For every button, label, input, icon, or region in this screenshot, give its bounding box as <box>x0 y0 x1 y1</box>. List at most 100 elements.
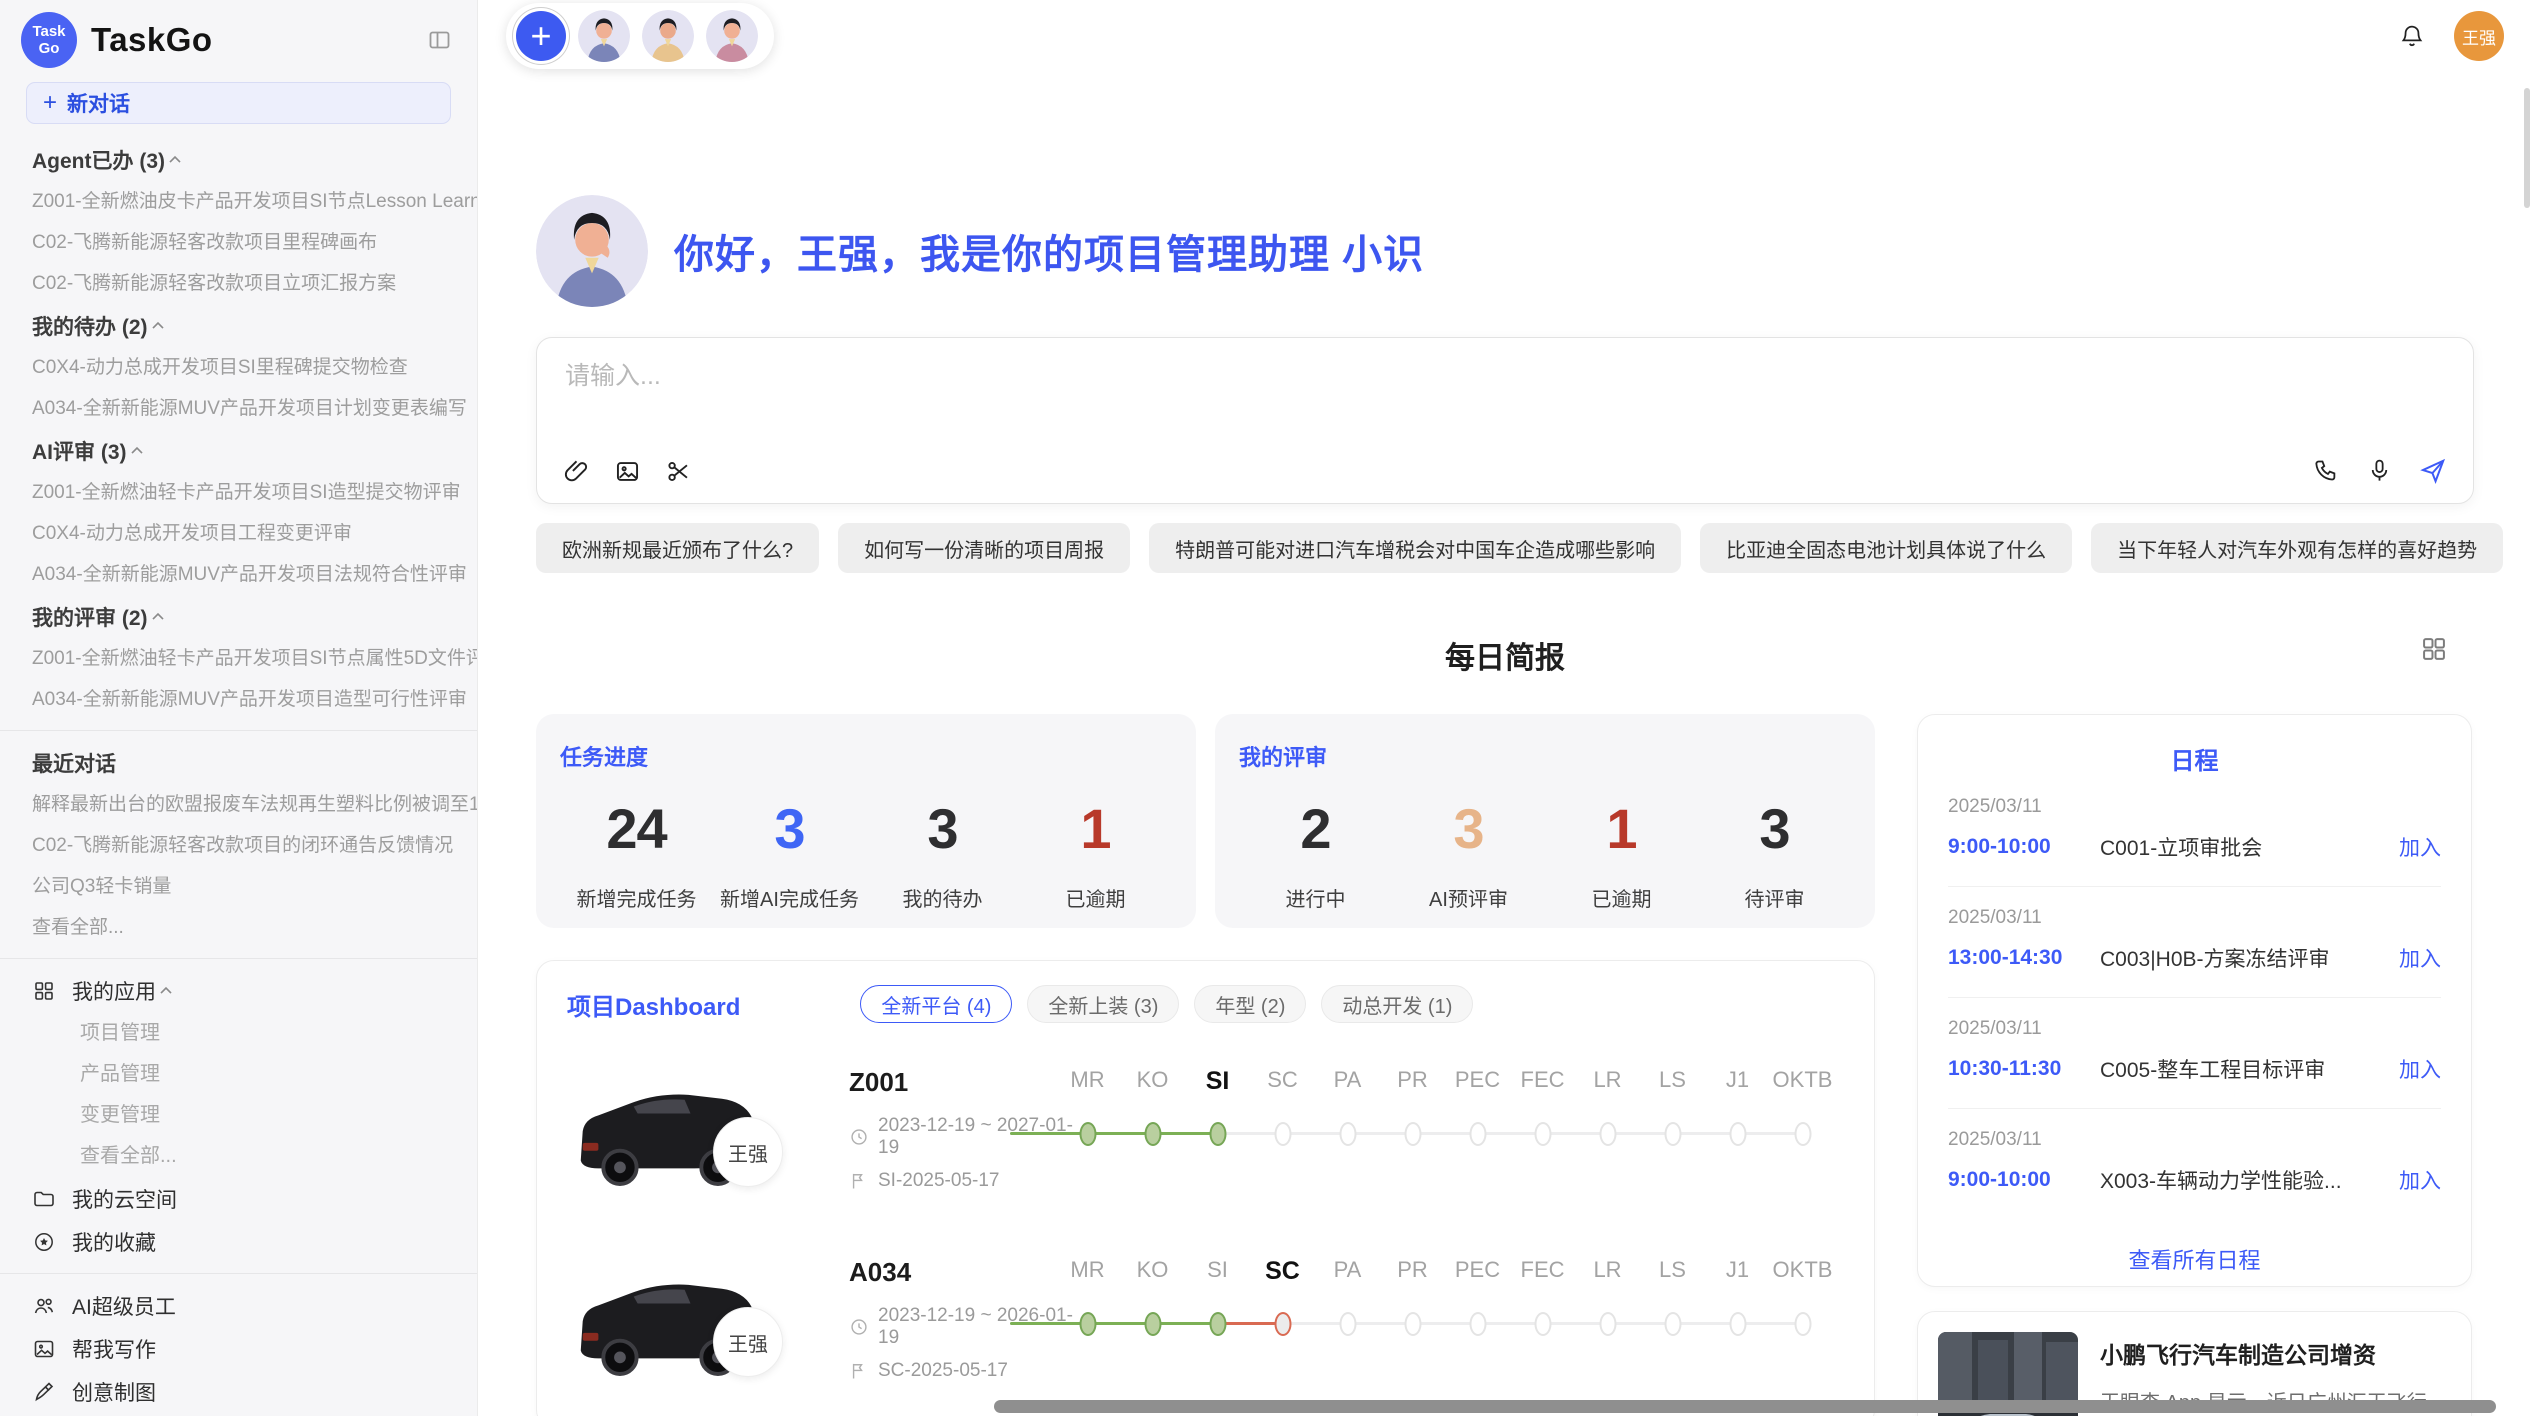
schedule-event-row: 10:30-11:30C005-整车工程目标评审加入 <box>1948 1054 2441 1084</box>
new-chat-button[interactable]: + 新对话 <box>26 82 451 124</box>
sidebar-item[interactable]: Z001-全新燃油轻卡产品开发项目SI造型提交物评审 <box>0 472 477 513</box>
sidebar-item[interactable]: C02-飞腾新能源轻客改款项目里程碑画布 <box>0 222 477 263</box>
dashboard-tab[interactable]: 全新平台 (4) <box>860 985 1012 1023</box>
schedule-event-name: C003|H0B-方案冻结评审 <box>2100 943 2399 973</box>
attach-file-icon[interactable] <box>563 458 590 485</box>
recent-chat-item[interactable]: 公司Q3轻卡销量 <box>0 866 477 907</box>
join-meeting-link[interactable]: 加入 <box>2399 943 2441 973</box>
chat-avatar-3[interactable] <box>706 10 758 62</box>
assistant-avatar <box>536 195 648 307</box>
sidebar-item[interactable]: Z001-全新燃油皮卡产品开发项目SI节点Lesson Learn报告 <box>0 181 477 222</box>
suggestion-chip[interactable]: 如何写一份清晰的项目周报 <box>838 523 1130 573</box>
attach-image-icon[interactable] <box>614 458 641 485</box>
sidebar-section-header[interactable]: Agent已办 (3) <box>0 138 477 181</box>
vertical-scrollbar[interactable] <box>2524 88 2530 208</box>
project-owner-badge: 王强 <box>713 1307 783 1377</box>
chevron-up-icon <box>156 981 176 1001</box>
milestone-label: LS <box>1640 1067 1705 1096</box>
sidebar-tool[interactable]: 创意制图 <box>0 1370 477 1413</box>
project-row[interactable]: 王强Z0012023-12-19 ~ 2027-01-19SI-2025-05-… <box>567 1061 1844 1213</box>
recent-chat-item[interactable]: 解释最新出台的欧盟报废车法规再生塑料比例被调至15%... <box>0 784 477 825</box>
sidebar-item[interactable]: A034-全新新能源MUV产品开发项目法规符合性评审 <box>0 554 477 595</box>
suggestion-chip[interactable]: 欧洲新规最近颁布了什么? <box>536 523 819 573</box>
chevron-up-icon <box>148 607 168 627</box>
sidebar-section-header[interactable]: 我的待办 (2) <box>0 304 477 347</box>
stat-cell: 1已逾期 <box>1545 796 1698 912</box>
dashboard-tab[interactable]: 动总开发 (1) <box>1321 985 1473 1023</box>
milestone-dot-done <box>1144 1122 1161 1146</box>
recent-chat-item[interactable]: C02-飞腾新能源轻客改款项目的闭环通告反馈情况 <box>0 825 477 866</box>
composer-actions <box>2313 457 2447 485</box>
main-area: + 王强 你好，王强，我是你的项目管理助理 小识 <box>478 0 2532 1416</box>
schedule-event: 2025/03/1110:30-11:30C005-整车工程目标评审加入 <box>1948 998 2441 1109</box>
milestone-label: SI <box>1185 1067 1250 1096</box>
stat-label: 已逾期 <box>1019 883 1172 912</box>
view-all-chats-link[interactable]: 查看全部... <box>0 907 477 948</box>
send-icon[interactable] <box>2419 457 2447 485</box>
schedule-event-row: 13:00-14:30C003|H0B-方案冻结评审加入 <box>1948 943 2441 973</box>
schedule-event-row: 9:00-10:00X003-车辆动力学性能验...加入 <box>1948 1165 2441 1195</box>
project-date-range: 2023-12-19 ~ 2026-01-19 <box>878 1305 1079 1349</box>
sidebar-tool[interactable]: 帮我写作 <box>0 1327 477 1370</box>
milestone-dot-pending <box>1469 1312 1486 1336</box>
sidebar-item[interactable]: A034-全新新能源MUV产品开发项目计划变更表编写 <box>0 388 477 429</box>
sidebar-item-my-apps[interactable]: 我的应用 <box>0 969 477 1013</box>
sidebar-collapse-icon[interactable] <box>426 28 453 52</box>
suggestion-chip[interactable]: 比亚迪全固态电池计划具体说了什么 <box>1700 523 2072 573</box>
milestone-dot-done <box>1209 1312 1226 1336</box>
stat-value: 3 <box>713 796 866 861</box>
project-row[interactable]: 王强A0342023-12-19 ~ 2026-01-19SC-2025-05-… <box>567 1251 1844 1403</box>
sidebar-section-header[interactable]: AI评审 (3) <box>0 429 477 472</box>
dashboard-title: 项目Dashboard <box>567 987 740 1022</box>
sidebar-item[interactable]: C0X4-动力总成开发项目SI里程碑提交物检查 <box>0 347 477 388</box>
microphone-icon[interactable] <box>2366 457 2393 485</box>
add-chat-button[interactable]: + <box>516 11 566 61</box>
sidebar-tool[interactable]: AI超级员工 <box>0 1284 477 1327</box>
stat-cell: 1已逾期 <box>1019 796 1172 912</box>
app-sub-item[interactable]: 变更管理 <box>0 1095 477 1136</box>
app-logo-line1: Task <box>32 23 65 40</box>
stat-value: 3 <box>866 796 1019 861</box>
join-meeting-link[interactable]: 加入 <box>2399 1165 2441 1195</box>
chat-avatar-1[interactable] <box>578 10 630 62</box>
sidebar-item[interactable]: A034-全新新能源MUV产品开发项目造型可行性评审 <box>0 679 477 720</box>
app-sub-item[interactable]: 产品管理 <box>0 1054 477 1095</box>
recent-chats-header: 最近对话 <box>0 741 477 784</box>
badge-icon <box>32 1230 56 1254</box>
join-meeting-link[interactable]: 加入 <box>2399 832 2441 862</box>
suggestion-chip[interactable]: 当下年轻人对汽车外观有怎样的喜好趋势 <box>2091 523 2503 573</box>
briefing-header: 每日简报 <box>536 633 2474 675</box>
app-sub-item[interactable]: 查看全部... <box>0 1136 477 1177</box>
join-meeting-link[interactable]: 加入 <box>2399 1054 2441 1084</box>
layout-grid-icon[interactable] <box>2420 635 2448 663</box>
briefing-title: 每日简报 <box>1445 642 1565 675</box>
sidebar-item[interactable]: Z001-全新燃油轻卡产品开发项目SI节点属性5D文件评审 <box>0 638 477 679</box>
sidebar-section-header[interactable]: 我的评审 (2) <box>0 595 477 638</box>
view-all-schedule-link[interactable]: 查看所有日程 <box>1948 1243 2441 1275</box>
suggestion-chip[interactable]: 特朗普可能对进口汽车增税会对中国车企造成哪些影响 <box>1149 523 1681 573</box>
dashboard-tab[interactable]: 全新上装 (3) <box>1027 985 1179 1023</box>
chat-avatar-2[interactable] <box>642 10 694 62</box>
project-info: Z0012023-12-19 ~ 2027-01-19SI-2025-05-17 <box>849 1067 1079 1192</box>
app-sub-item[interactable]: 项目管理 <box>0 1013 477 1054</box>
milestone-label: J1 <box>1705 1067 1770 1096</box>
sidebar-item[interactable]: C0X4-动力总成开发项目工程变更评审 <box>0 513 477 554</box>
clock-icon <box>849 1317 869 1337</box>
stat-label: 新增完成任务 <box>560 883 713 912</box>
greeting: 你好，王强，我是你的项目管理助理 小识 <box>536 195 2474 307</box>
sidebar-item[interactable]: C02-飞腾新能源轻客改款项目立项汇报方案 <box>0 263 477 304</box>
sidebar-item-folder[interactable]: 我的云空间 <box>0 1177 477 1220</box>
composer-input[interactable] <box>565 362 2445 391</box>
horizontal-scrollbar[interactable] <box>994 1400 2496 1413</box>
sidebar-item-badge[interactable]: 我的收藏 <box>0 1220 477 1263</box>
topbar: + 王强 <box>478 0 2532 72</box>
chat-avatar-group: + <box>506 3 774 69</box>
sidebar-tool-label: 帮我写作 <box>72 1334 156 1364</box>
milestone-dot-pending <box>1469 1122 1486 1146</box>
voice-call-icon[interactable] <box>2313 457 2340 485</box>
user-avatar[interactable]: 王强 <box>2454 11 2504 61</box>
stat-label: 新增AI完成任务 <box>713 883 866 912</box>
notification-bell-icon[interactable] <box>2398 22 2426 50</box>
dashboard-tab[interactable]: 年型 (2) <box>1194 985 1306 1023</box>
screenshot-scissors-icon[interactable] <box>665 458 692 485</box>
